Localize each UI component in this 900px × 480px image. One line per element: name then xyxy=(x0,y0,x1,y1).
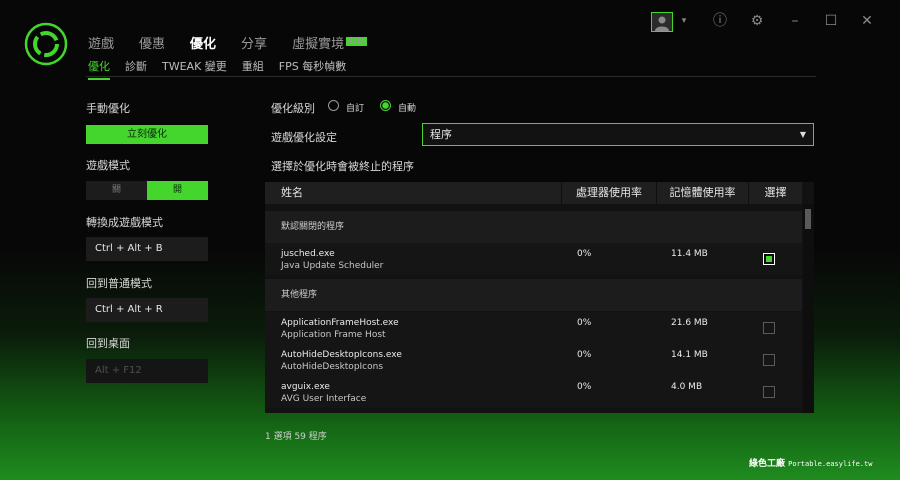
close-icon[interactable]: ✕ xyxy=(858,12,876,30)
process-memory: 11.4 MB xyxy=(671,249,708,259)
col-memory[interactable]: 記憶體使用率 xyxy=(657,182,749,204)
process-checkbox[interactable] xyxy=(763,253,775,265)
process-desc: AutoHideDesktopIcons xyxy=(281,362,384,372)
watermark: 綠色工廠 Portable.easylife.tw xyxy=(749,456,872,469)
dropdown-value: 程序 xyxy=(430,128,452,141)
nav-tab-share[interactable]: 分享 xyxy=(241,33,267,52)
main-nav: 遊戲 優惠 優化 分享 虛擬實境 BETA xyxy=(88,33,417,52)
level-custom-label: 自訂 xyxy=(346,104,365,114)
nav-tab-games[interactable]: 遊戲 xyxy=(88,33,114,52)
nav-tab-vr-label: 虛擬實境 xyxy=(292,37,345,52)
optimize-level-label: 優化級別 xyxy=(271,102,315,115)
nav-tab-deals[interactable]: 優惠 xyxy=(139,33,165,52)
col-cpu[interactable]: 處理器使用率 xyxy=(562,182,657,204)
process-name: avguix.exe xyxy=(281,382,330,392)
process-memory: 4.0 MB xyxy=(671,382,703,392)
minimize-icon[interactable]: – xyxy=(786,12,804,30)
watermark-text: 綠色工廠 xyxy=(749,459,786,469)
level-auto-label: 自動 xyxy=(398,104,417,114)
nav-tab-vr[interactable]: 虛擬實境 BETA xyxy=(292,33,392,52)
process-name: jusched.exe xyxy=(281,249,335,259)
col-select[interactable]: 選擇 xyxy=(749,182,802,204)
level-custom-radio[interactable] xyxy=(328,100,339,111)
chevron-down-icon: ▼ xyxy=(799,130,806,139)
group-default-closed: 默認關閉的程序 xyxy=(265,211,802,243)
table-row[interactable]: avguix.exe AVG User Interface 0% 4.0 MB xyxy=(265,376,802,408)
optimize-settings-dropdown[interactable]: 程序 ▼ xyxy=(422,123,814,146)
user-avatar[interactable] xyxy=(651,12,673,32)
process-checkbox[interactable] xyxy=(763,322,775,334)
process-desc: AVG User Interface xyxy=(281,394,367,404)
normal-hotkey-field[interactable]: Ctrl + Alt + R xyxy=(86,298,208,322)
beta-badge: BETA xyxy=(346,36,368,46)
gear-icon[interactable]: ⚙ xyxy=(748,12,766,30)
desktop-title: 回到桌面 xyxy=(86,337,130,350)
level-auto-radio[interactable] xyxy=(380,100,391,111)
maximize-icon[interactable]: ☐ xyxy=(822,12,840,30)
group-other: 其他程序 xyxy=(265,279,802,311)
table-row[interactable]: AutoHideDesktopIcons.exe AutoHideDesktop… xyxy=(265,344,802,376)
process-memory: 21.6 MB xyxy=(671,318,708,328)
process-cpu: 0% xyxy=(577,350,592,360)
user-icon xyxy=(655,16,669,31)
selection-count: 1 選項 59 程序 xyxy=(265,432,327,442)
switch-game-mode-title: 轉換成遊戲模式 xyxy=(86,216,163,229)
switch-hotkey-field[interactable]: Ctrl + Alt + B xyxy=(86,237,208,261)
table-scrollbar[interactable] xyxy=(803,204,814,413)
process-cpu: 0% xyxy=(577,318,592,328)
game-mode-title: 遊戲模式 xyxy=(86,159,130,172)
info-icon[interactable]: ⓘ xyxy=(711,12,729,30)
avatar-dropdown-caret[interactable]: ▾ xyxy=(675,12,693,30)
game-mode-toggle[interactable]: 關 開 xyxy=(86,181,208,200)
scrollbar-thumb[interactable] xyxy=(805,209,811,229)
process-cpu: 0% xyxy=(577,382,592,392)
process-checkbox[interactable] xyxy=(763,354,775,366)
table-row[interactable]: jusched.exe Java Update Scheduler 0% 11.… xyxy=(265,243,802,275)
process-section-label: 選擇於優化時會被終止的程序 xyxy=(271,160,414,173)
game-mode-off[interactable]: 關 xyxy=(86,181,147,200)
watermark-url: Portable.easylife.tw xyxy=(788,460,873,468)
process-name: ApplicationFrameHost.exe xyxy=(281,318,399,328)
subnav-divider xyxy=(86,76,816,77)
optimize-now-button[interactable]: 立刻優化 xyxy=(86,125,208,144)
process-desc: Application Frame Host xyxy=(281,330,386,340)
manual-optimize-title: 手動優化 xyxy=(86,102,130,115)
process-name: AutoHideDesktopIcons.exe xyxy=(281,350,402,360)
table-header: 姓名 處理器使用率 記憶體使用率 選擇 xyxy=(265,182,802,204)
col-name[interactable]: 姓名 xyxy=(265,182,562,204)
process-checkbox[interactable] xyxy=(763,386,775,398)
nav-tab-optimize[interactable]: 優化 xyxy=(190,33,216,52)
process-memory: 14.1 MB xyxy=(671,350,708,360)
normal-mode-title: 回到普通模式 xyxy=(86,277,152,290)
desktop-hotkey-field[interactable]: Alt + F12 xyxy=(86,359,208,383)
razer-cortex-logo xyxy=(24,22,68,66)
process-table: 姓名 處理器使用率 記憶體使用率 選擇 默認關閉的程序 jusched.exe … xyxy=(265,182,814,413)
process-cpu: 0% xyxy=(577,249,592,259)
table-row[interactable]: ApplicationFrameHost.exe Application Fra… xyxy=(265,312,802,344)
process-desc: Java Update Scheduler xyxy=(281,261,384,271)
game-mode-on[interactable]: 開 xyxy=(147,181,208,200)
game-settings-label: 遊戲優化設定 xyxy=(271,131,337,144)
